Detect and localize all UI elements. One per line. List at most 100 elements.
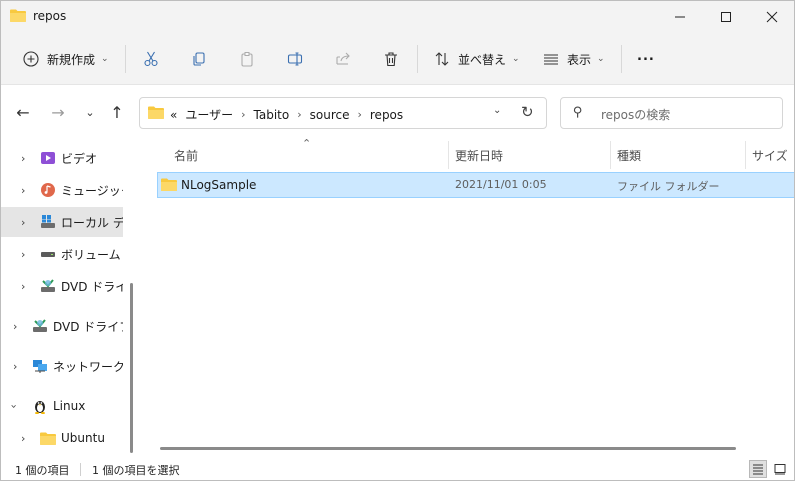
breadcrumb-overflow[interactable]: « (170, 108, 177, 122)
search-icon: ⚲ (573, 105, 583, 120)
refresh-icon[interactable]: ↻ (521, 103, 534, 121)
view-button[interactable]: 表示 ⌄ (542, 47, 605, 71)
column-header-date[interactable]: 更新日時 (455, 147, 503, 164)
thumbnail-view-icon (774, 464, 786, 475)
column-divider[interactable] (745, 141, 746, 169)
details-view-button[interactable] (749, 460, 767, 478)
file-date: 2021/11/01 0:05 (455, 178, 547, 191)
copy-button[interactable] (190, 47, 208, 71)
folder-icon (40, 430, 56, 446)
sidebar-item-videos[interactable]: › ビデオ (1, 143, 123, 173)
sidebar-item-label: ビデオ (61, 151, 98, 166)
cut-button[interactable] (142, 47, 160, 71)
recent-locations-button[interactable]: ⌄ (80, 102, 100, 122)
toolbar-divider (417, 45, 418, 73)
address-history-dropdown[interactable]: ⌄ (493, 105, 501, 116)
sort-button[interactable]: 並べ替え ⌄ (433, 47, 520, 71)
explorer-window: repos 新規作成 ⌄ 並べ替え ⌄ 表示 ⌄ ... ← → ⌄ ↑ « ユ… (0, 0, 795, 481)
close-button[interactable] (749, 1, 794, 33)
status-bar: 1 個の項目 1 個の項目を選択 (1, 457, 794, 480)
chevron-down-icon: ⌄ (85, 105, 95, 119)
folder-icon (10, 9, 26, 22)
sidebar-item-linux[interactable]: › Linux (1, 391, 123, 421)
column-header-name[interactable]: 名前 (174, 147, 198, 164)
rename-button[interactable] (286, 47, 304, 71)
sidebar-scrollbar[interactable] (130, 283, 133, 453)
maximize-icon (721, 12, 731, 22)
new-button[interactable]: 新規作成 ⌄ (22, 47, 109, 71)
sidebar-item-label: ミュージック (61, 183, 123, 198)
chevron-down-icon[interactable]: › (8, 404, 21, 408)
chevron-right-icon: › (297, 108, 302, 121)
window-title: repos (33, 9, 67, 23)
chevron-right-icon[interactable]: › (13, 320, 17, 333)
chevron-right-icon: › (357, 108, 362, 121)
sidebar-item-dvd-drive-2[interactable]: › DVD ドライブ ( (1, 311, 123, 341)
scissors-icon (142, 50, 160, 68)
chevron-right-icon[interactable]: › (21, 216, 25, 229)
column-divider[interactable] (610, 141, 611, 169)
up-button[interactable]: ↑ (107, 102, 127, 122)
back-button[interactable]: ← (13, 102, 33, 122)
breadcrumb-item-repos[interactable]: repos (370, 108, 403, 122)
table-row[interactable]: NLogSample 2021/11/01 0:05 ファイル フォルダー (157, 172, 794, 198)
sidebar-item-music[interactable]: › ミュージック (1, 175, 123, 205)
chevron-down-icon: ⌄ (512, 54, 520, 64)
sidebar-item-label: Linux (53, 399, 86, 413)
breadcrumb-item-tabito[interactable]: Tabito (254, 108, 290, 122)
drive-icon (40, 214, 56, 230)
selection-count: 1 個の項目を選択 (92, 464, 180, 477)
share-button[interactable] (334, 47, 352, 71)
copy-icon (190, 50, 208, 68)
delete-button[interactable] (382, 47, 400, 71)
large-icons-view-button[interactable] (771, 460, 789, 478)
sidebar-item-label: DVD ドライブ ( (53, 319, 123, 334)
minimize-button[interactable] (657, 1, 703, 33)
toolbar-divider (621, 45, 622, 73)
view-lines-icon (542, 50, 560, 68)
chevron-right-icon[interactable]: › (21, 280, 25, 293)
sidebar-item-ubuntu[interactable]: › Ubuntu (1, 423, 123, 453)
chevron-right-icon[interactable]: › (21, 184, 25, 197)
maximize-button[interactable] (703, 1, 749, 33)
sidebar-item-label: ローカル ディス (61, 215, 123, 230)
file-type: ファイル フォルダー (617, 180, 720, 193)
search-input[interactable]: reposの検索 (601, 106, 670, 123)
breadcrumb-item-source[interactable]: source (310, 108, 350, 122)
sidebar-item-local-disk[interactable]: › ローカル ディス (1, 207, 123, 237)
sidebar-item-network[interactable]: › ネットワーク (1, 351, 123, 381)
item-count: 1 個の項目 (15, 464, 70, 477)
paste-button[interactable] (238, 47, 256, 71)
chevron-right-icon[interactable]: › (21, 248, 25, 261)
arrow-left-icon: ← (16, 102, 30, 122)
breadcrumb-item-users[interactable]: ユーザー (185, 106, 233, 123)
breadcrumb: « ユーザー › Tabito › source › repos (170, 106, 411, 123)
chevron-right-icon[interactable]: › (21, 432, 25, 445)
sidebar-item-dvd-drive[interactable]: › DVD ドライブ (1, 271, 123, 301)
file-name: NLogSample (181, 178, 257, 192)
search-box[interactable]: ⚲ reposの検索 (560, 97, 783, 129)
address-bar[interactable]: « ユーザー › Tabito › source › repos ⌄ ↻ (139, 97, 547, 129)
plus-circle-icon (22, 50, 40, 68)
chevron-right-icon[interactable]: › (13, 360, 17, 373)
chevron-right-icon[interactable]: › (21, 152, 25, 165)
column-header-size[interactable]: サイズ (752, 147, 788, 164)
title-bar[interactable]: repos (1, 1, 794, 33)
horizontal-scrollbar[interactable] (160, 447, 736, 450)
column-divider[interactable] (448, 141, 449, 169)
clipboard-icon (238, 50, 256, 68)
drive-icon (40, 246, 56, 262)
forward-button[interactable]: → (48, 102, 68, 122)
sidebar-item-volume-d[interactable]: › ボリューム (D: (1, 239, 123, 269)
new-label: 新規作成 (47, 52, 96, 67)
penguin-icon (32, 398, 48, 414)
share-icon (334, 50, 352, 68)
chevron-right-icon: › (241, 108, 246, 121)
rename-icon (286, 50, 304, 68)
navigation-pane: › ビデオ › ミュージック › ローカル ディス › (1, 141, 136, 457)
chevron-down-icon: ⌄ (597, 54, 605, 64)
column-header-type[interactable]: 種類 (617, 147, 641, 164)
more-options-button[interactable]: ... (637, 47, 655, 71)
arrow-up-icon: ↑ (110, 102, 124, 122)
folder-icon (161, 178, 177, 191)
